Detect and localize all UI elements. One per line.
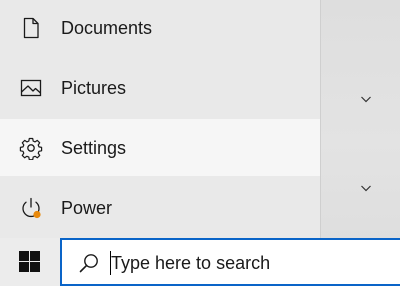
gear-icon [19, 136, 43, 160]
document-icon [19, 16, 43, 40]
pane-divider [320, 0, 321, 238]
menu-item-label: Pictures [61, 78, 127, 98]
menu-item-pictures[interactable]: Pictures [0, 60, 320, 117]
menu-item-label: Settings [61, 138, 127, 158]
search-input[interactable] [111, 248, 391, 278]
search-icon [78, 252, 100, 274]
screen: Documents Pictures Settings Power Type h… [0, 0, 400, 286]
chevron-down-icon[interactable] [360, 182, 372, 194]
menu-item-label: Documents [61, 18, 153, 38]
menu-item-documents[interactable]: Documents [0, 0, 320, 57]
start-menu-list: Documents Pictures Settings Power [0, 0, 320, 240]
menu-item-label: Power [61, 198, 113, 218]
power-icon [19, 196, 43, 220]
menu-item-settings[interactable]: Settings [0, 119, 320, 176]
taskbar-search-box[interactable] [60, 238, 400, 286]
chevron-down-icon[interactable] [360, 93, 372, 105]
windows-logo-icon[interactable] [19, 251, 40, 272]
update-dot [33, 210, 41, 219]
menu-item-power[interactable]: Power [0, 180, 320, 237]
pictures-icon [19, 76, 43, 100]
